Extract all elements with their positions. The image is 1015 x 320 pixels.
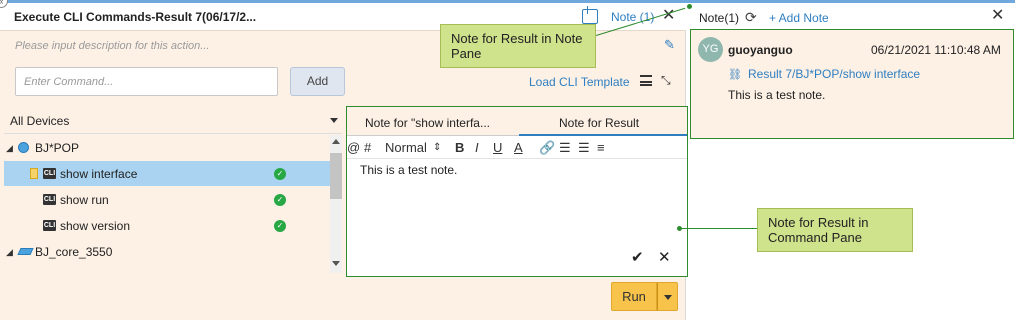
tab-note-for-result[interactable]: Note for Result [559, 116, 639, 130]
external-open-icon[interactable] [582, 6, 598, 24]
link-icon: ⛓ [728, 69, 742, 81]
expand-triangle-icon[interactable]: ◢ [6, 143, 13, 154]
success-check-icon: ✓ [274, 168, 286, 180]
cli-icon: CLI [43, 220, 56, 231]
editor-toolbar: @ # Normal ⇕ B I U A 🔗 ☰ ☰ ≡ [347, 137, 687, 159]
device-filter-label: All Devices [10, 114, 70, 128]
tree-scrollbar-thumb[interactable] [330, 153, 342, 199]
note-timestamp: 06/21/2021 11:10:48 AM [871, 43, 1001, 57]
tree-item-show-run[interactable]: CLI show run ✓ [4, 187, 330, 212]
refresh-icon[interactable]: ⟳ [745, 9, 757, 26]
note-card: YG guoyanguo 06/21/2021 11:10:48 AM ⛓ Re… [690, 29, 1014, 139]
text-color-button[interactable]: A [514, 140, 523, 155]
avatar: YG [698, 37, 723, 62]
tree-item-show-version[interactable]: CLI show version ✓ [4, 213, 330, 238]
add-button[interactable]: Add [290, 67, 345, 96]
note-pane: Note(1) ⟳ + Add Note ✕ YG guoyanguo 06/2… [688, 3, 1015, 320]
underline-button[interactable]: U [493, 140, 502, 155]
select-arrows-icon: ⇕ [433, 142, 442, 153]
note-result-link[interactable]: Result 7/BJ*POP/show interface [748, 67, 920, 81]
scroll-up-icon[interactable] [332, 139, 340, 144]
note-pane-title: Note(1) [699, 11, 740, 25]
tree-item-label: show interface [60, 167, 138, 181]
menu-icon[interactable] [640, 75, 652, 86]
device-tree: ◢ BJ*POP CLI show interface ✓ CLI show r… [4, 135, 330, 273]
edit-pencil-icon[interactable]: ✎ [664, 37, 675, 53]
mention-button[interactable]: @ [347, 140, 360, 155]
tree-item-label: BJ*POP [35, 141, 80, 155]
success-check-icon: ✓ [274, 220, 286, 232]
cli-icon: CLI [43, 194, 56, 205]
callout-connector [679, 228, 757, 229]
description-input[interactable]: Please input description for this action… [15, 40, 209, 52]
align-icon[interactable]: ≡ [597, 140, 605, 155]
note-count-link[interactable]: Note (1) [611, 10, 654, 24]
bullet-list-icon[interactable]: ☰ [578, 140, 590, 156]
note-document-icon [30, 168, 38, 179]
switch-icon [17, 248, 34, 255]
tree-item-label: show version [60, 219, 131, 233]
confirm-check-icon[interactable]: ✔ [631, 248, 644, 266]
tab-note-for-command[interactable]: Note for "show interfa... [365, 116, 490, 130]
tree-item-label: show run [60, 193, 109, 207]
device-filter-select[interactable]: All Devices [4, 106, 342, 134]
ordered-list-icon[interactable]: ☰ [559, 140, 571, 156]
callout-dot [687, 4, 692, 9]
note-editor: Note for "show interfa... Note for Resul… [346, 106, 688, 277]
run-button[interactable]: Run [611, 282, 657, 311]
expand-triangle-icon[interactable]: ◢ [6, 247, 13, 258]
note-editor-tabs: Note for "show interfa... Note for Resul… [347, 107, 687, 136]
italic-button[interactable]: I [475, 140, 479, 155]
run-dropdown-button[interactable] [657, 282, 678, 311]
cancel-close-icon[interactable]: ✕ [658, 248, 671, 266]
command-input[interactable]: Enter Command... [15, 67, 278, 96]
text-style-select[interactable]: Normal [385, 140, 427, 155]
bold-button[interactable]: B [455, 140, 464, 155]
hashtag-button[interactable]: # [364, 140, 371, 155]
chevron-down-icon [330, 118, 338, 123]
router-icon [18, 142, 29, 153]
note-author: guoyanguo [728, 43, 793, 57]
active-tab-indicator [519, 134, 687, 136]
page-title: Execute CLI Commands-Result 7(06/17/2... [14, 10, 257, 24]
cli-icon: CLI [43, 168, 56, 179]
tree-item-show-interface[interactable]: CLI show interface ✓ [4, 161, 330, 186]
callout-dot [677, 226, 682, 231]
note-body: This is a test note. [728, 88, 826, 102]
close-icon[interactable]: ✕ [991, 8, 1004, 24]
success-check-icon: ✓ [274, 194, 286, 206]
scroll-down-icon[interactable] [332, 261, 340, 266]
collapse-icon[interactable]: ⤡ [661, 73, 671, 88]
link-icon[interactable]: 🔗 [539, 140, 555, 156]
callout-note-pane: Note for Result in Note Pane [440, 24, 596, 68]
add-note-button[interactable]: + Add Note [769, 11, 829, 25]
callout-command-pane: Note for Result in Command Pane [757, 208, 913, 252]
note-editor-content[interactable]: This is a test note. [360, 163, 457, 177]
tree-item-label: BJ_core_3550 [35, 245, 113, 259]
load-cli-template-link[interactable]: Load CLI Template [529, 75, 630, 89]
tree-item-bj-pop[interactable]: ◢ BJ*POP [4, 135, 330, 160]
tree-item-bj-core-3550[interactable]: ◢ BJ_core_3550 [4, 239, 330, 264]
